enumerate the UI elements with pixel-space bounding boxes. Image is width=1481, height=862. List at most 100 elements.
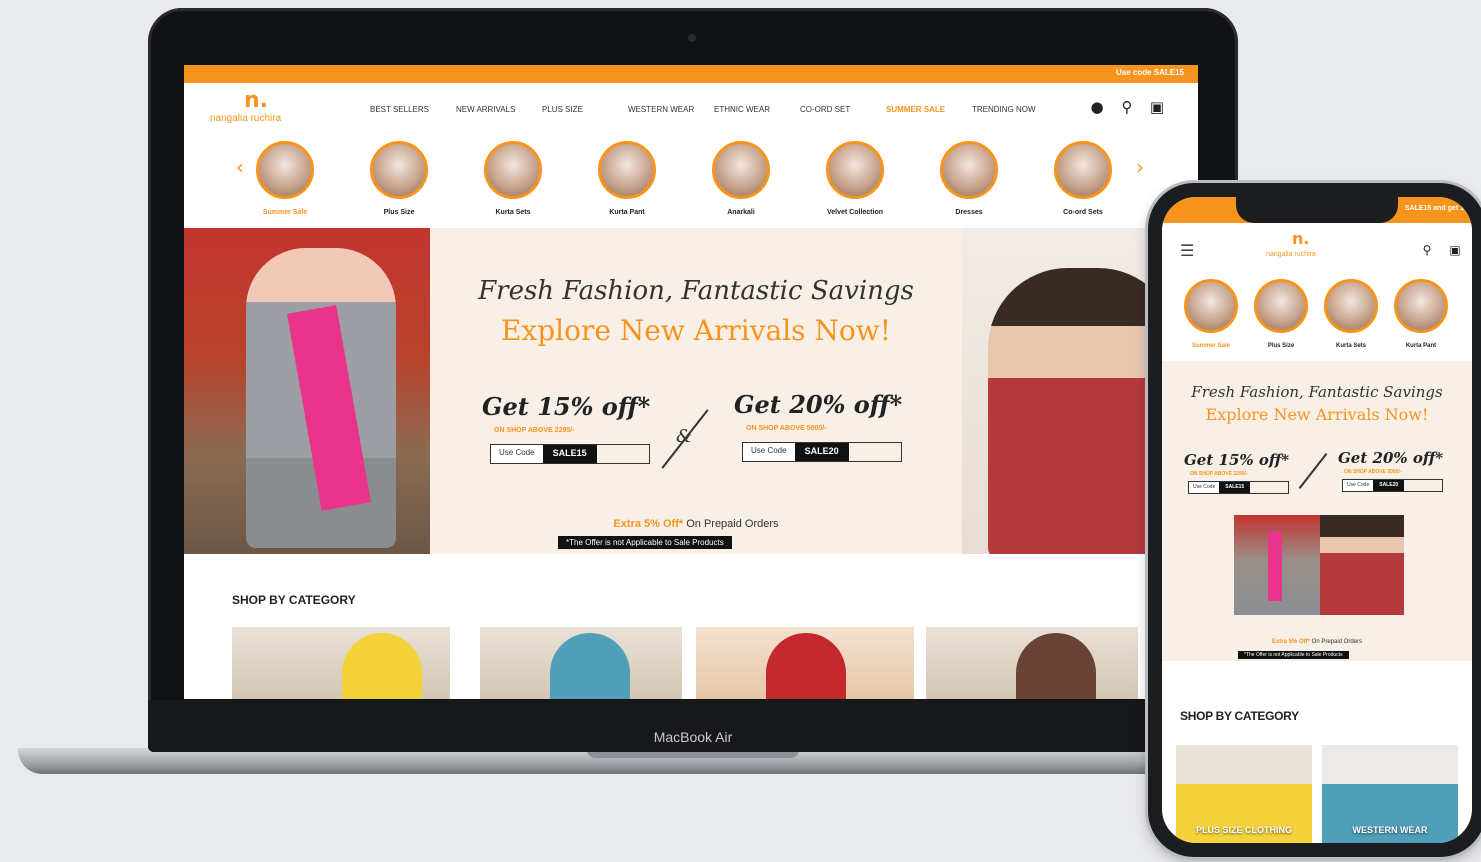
category-tile[interactable] [926,627,1138,699]
category-tile[interactable]: WESTERN WEAR [1322,745,1458,843]
carousel-prev-arrow[interactable]: ‹ [236,155,244,179]
category-label[interactable]: Co-ord Sets [1038,209,1128,216]
category-label[interactable]: Plus Size [1248,343,1314,349]
category-item[interactable] [826,141,884,199]
category-item[interactable] [370,141,428,199]
category-tile[interactable] [480,627,682,699]
nav-new-arrivals[interactable]: New Arrivals [456,105,542,114]
offer-condition: ON SHOP ABOVE 2295/- [494,427,575,434]
hamburger-menu-icon[interactable]: ☰ [1180,241,1194,260]
bag-icon[interactable]: ▣ [1148,98,1166,116]
coupon-code-box[interactable]: Use Code SALE20 [1342,479,1444,492]
category-item[interactable] [598,141,656,199]
carousel-next-arrow[interactable]: › [1136,155,1144,179]
nav-summer-sale[interactable]: Summer Sale [886,105,972,114]
category-thumbnail[interactable] [370,141,428,199]
category-item[interactable] [1184,279,1238,333]
coupon-code-box[interactable]: Use Code SALE15 [490,444,651,464]
search-icon[interactable]: ⚲ [1418,241,1436,259]
category-thumbnail[interactable] [940,141,998,199]
user-icon[interactable]: ● [1088,98,1106,116]
hero-banner[interactable]: Fresh Fashion, Fantastic Savings Explore… [184,228,1198,554]
hero-banner[interactable]: Fresh Fashion, Fantastic Savings Explore… [1162,361,1472,661]
category-item[interactable] [1394,279,1448,333]
header-icons: ⚲ ▣ [1418,241,1464,259]
nav-ethnic-wear[interactable]: Ethnic Wear [714,105,800,114]
nav-trending-now[interactable]: Trending Now [972,105,1058,114]
category-thumbnail[interactable] [1054,141,1112,199]
category-thumbnail[interactable] [712,141,770,199]
category-label[interactable]: Velvet Collection [810,209,900,216]
offer-title: Get 15% off* [482,392,651,421]
category-item[interactable] [256,141,314,199]
category-item[interactable] [1324,279,1378,333]
category-label[interactable]: Summer Sale [240,209,330,216]
category-label[interactable]: Kurta Pant [582,209,672,216]
nav-western-wear[interactable]: Western Wear [628,105,714,114]
logo-mark[interactable]: n. [1292,229,1309,248]
category-label[interactable]: Dresses [924,209,1014,216]
category-label[interactable]: Kurta Sets [1318,343,1384,349]
category-label[interactable]: Kurta Pant [1388,343,1454,349]
category-carousel: Summer Sale Plus Size Kurta Sets Kurta P… [1162,279,1472,359]
coupon-label: Use Code [1343,480,1374,491]
category-tile-label: WESTERN WEAR [1352,825,1428,835]
category-thumbnail[interactable] [256,141,314,199]
category-thumbnail[interactable] [598,141,656,199]
nav-plus-size[interactable]: Plus Size [542,105,628,114]
laptop-screen: Use code SALE15 n. nangalia ruchira Best… [184,65,1198,699]
category-label[interactable]: Plus Size [354,209,444,216]
site-header: n. nangalia ruchira Best Sellers New Arr… [184,83,1198,135]
coupon-code-box[interactable]: Use Code SALE15 [1188,481,1290,494]
category-thumbnail[interactable] [1184,279,1238,333]
logo-mark[interactable]: n. [244,88,268,113]
offer-block-20: Get 20% off* ON SHOP ABOVE 5000/- Use Co… [734,390,903,462]
coupon-code-box[interactable]: Use Code SALE20 [742,442,903,462]
phone-screen: SALE15 and get 1 ☰ n. nangalia ruchira ⚲… [1162,197,1472,843]
category-item[interactable] [1054,141,1112,199]
hero-script-tagline: Fresh Fashion, Fantastic Savings [1191,383,1443,401]
category-item[interactable] [1254,279,1308,333]
prepaid-offer-rest: On Prepaid Orders [1309,639,1363,645]
nav-coord-set[interactable]: Co-ord Set [800,105,886,114]
category-thumbnail[interactable] [1394,279,1448,333]
hero-headline: Explore New Arrivals Now! [500,314,892,347]
offer-disclaimer: *The Offer is not Applicable to Sale Pro… [558,536,732,549]
category-label[interactable]: Summer Sale [1178,343,1244,349]
prepaid-offer-highlight: Extra 5% Off* [1271,639,1310,645]
offer-block-15: Get 15% off* ON SHOP ABOVE 2295/- Use Co… [482,392,651,464]
offer-condition: ON SHOP ABOVE 5000/- [746,425,827,432]
category-label[interactable]: Anarkali [696,209,786,216]
prepaid-offer-highlight: Extra 5% Off* [613,518,684,530]
bag-icon[interactable]: ▣ [1446,241,1464,259]
laptop-camera [688,34,696,42]
category-tile[interactable] [232,627,450,699]
laptop-model-label: MacBook Air [653,729,733,745]
category-thumbnail[interactable] [1254,279,1308,333]
category-tile[interactable] [696,627,914,699]
category-thumbnail[interactable] [484,141,542,199]
model-figure [550,633,630,699]
logo-text[interactable]: nangalia ruchira [210,113,281,124]
offer-title: Get 20% off* [734,390,903,419]
offer-ampersand: & [676,426,693,447]
logo-text[interactable]: nangalia ruchira [1266,251,1316,258]
search-icon[interactable]: ⚲ [1118,98,1136,116]
category-item[interactable] [940,141,998,199]
announcement-text: Use code SALE15 [1115,68,1184,77]
offer-divider [1298,453,1328,489]
category-item[interactable] [484,141,542,199]
category-thumbnail[interactable] [826,141,884,199]
offer-title: Get 20% off* [1338,449,1444,467]
category-carousel: ‹ Summer Sale Plus Size Kurta Sets Kurta… [184,135,1198,227]
model-figure [766,633,846,699]
main-nav: Best Sellers New Arrivals Plus Size West… [370,105,1058,114]
category-thumbnail[interactable] [1324,279,1378,333]
offer-disclaimer: *The Offer is not Applicable to Sale Pro… [1238,651,1349,659]
header-icons: ● ⚲ ▣ [1088,98,1166,116]
coupon-code: SALE20 [794,443,849,461]
category-label[interactable]: Kurta Sets [468,209,558,216]
nav-best-sellers[interactable]: Best Sellers [370,105,456,114]
category-tile[interactable]: PLUS SIZE CLOTHING [1176,745,1312,843]
category-item[interactable] [712,141,770,199]
